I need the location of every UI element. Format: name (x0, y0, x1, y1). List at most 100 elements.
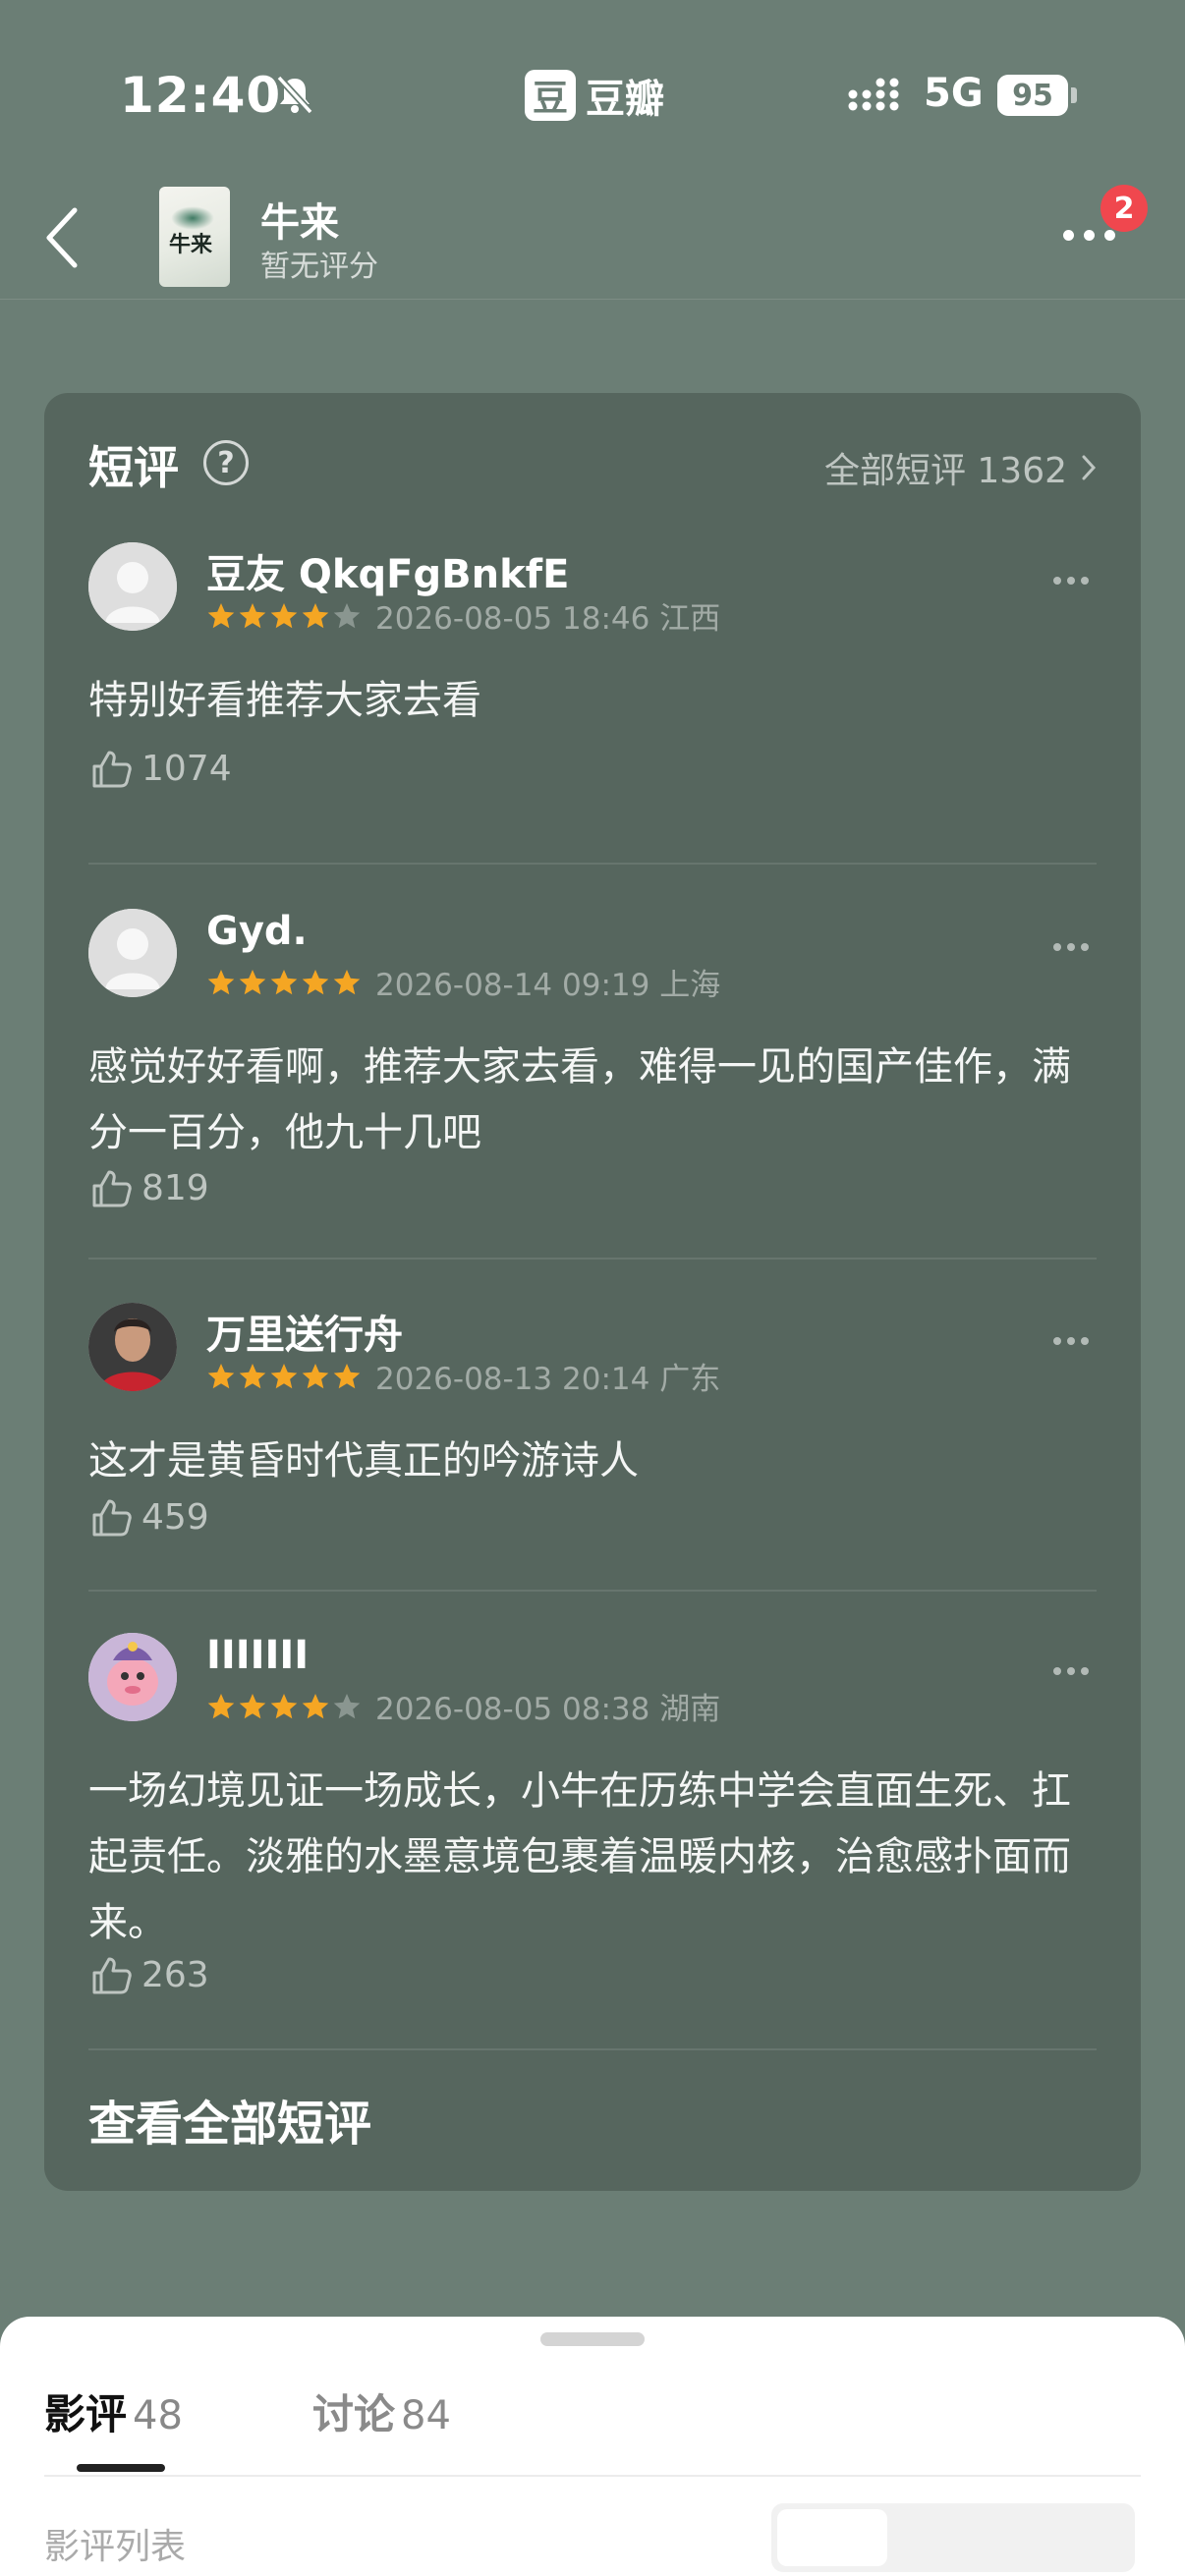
star-filled-icon (270, 969, 298, 994)
star-filled-icon (302, 602, 329, 628)
review-item[interactable]: 豆友 QkqFgBnkfE 2026-08-05 18:46 江西 特别好看推荐… (88, 542, 1097, 789)
card-title: 短评 (88, 441, 179, 494)
star-filled-icon (302, 1363, 329, 1388)
review-date: 2026-08-05 18:46 江西 (375, 601, 721, 637)
user-photo-avatar (88, 1303, 177, 1391)
review-more-icon[interactable] (1053, 1660, 1097, 1675)
star-filled-icon (333, 969, 361, 994)
star-empty-icon (333, 1693, 361, 1718)
review-more-icon[interactable] (1053, 1330, 1097, 1345)
douban-logo-icon: 豆 (525, 70, 576, 121)
review-meta: 2026-08-05 08:38 湖南 (206, 1684, 720, 1728)
list-label: 影评列表 (44, 2527, 187, 2567)
review-item[interactable]: Gyd. 2026-08-14 09:19 上海 感觉好好看啊，推荐大家去看，难… (88, 909, 1097, 1208)
sheet-divider (44, 2475, 1141, 2477)
avatar[interactable] (88, 909, 177, 997)
tab-reviews[interactable]: 影评 48 (44, 2381, 183, 2441)
tab-discussion[interactable]: 讨论 84 (312, 2381, 451, 2441)
movie-title: 牛来 (260, 200, 339, 246)
thumbs-up-icon (92, 1170, 132, 1207)
review-meta: 2026-08-13 20:14 广东 (206, 1354, 720, 1398)
review-username[interactable]: 万里送行舟 (206, 1303, 403, 1360)
like-button[interactable]: 459 (88, 1493, 209, 1540)
star-filled-icon (207, 1693, 235, 1718)
tab-count: 48 (133, 2393, 183, 2438)
star-rating (206, 601, 362, 631)
silent-bell-icon (276, 75, 313, 115)
review-content: 特别好看推荐大家去看 (88, 678, 481, 723)
star-filled-icon (333, 1363, 361, 1388)
battery-tip (1071, 87, 1077, 103)
sheet-grabber-handle[interactable] (540, 2332, 645, 2346)
help-icon[interactable]: ? (203, 440, 249, 485)
like-button[interactable]: 819 (88, 1164, 209, 1211)
back-arrow-icon[interactable] (39, 198, 88, 277)
star-filled-icon (239, 969, 266, 994)
network-type: 5G (924, 71, 984, 116)
star-filled-icon (270, 1693, 298, 1718)
bottom-sheet[interactable]: 影评 48 讨论 84 影评列表 (0, 2317, 1185, 2576)
active-tab-indicator (77, 2464, 165, 2472)
review-item[interactable]: 万里送行舟 2026-08-13 20:14 广东 这才是黄昏时代真正的吟游诗人… (88, 1303, 1097, 1538)
star-empty-icon (333, 602, 361, 628)
review-content: 这才是黄昏时代真正的吟游诗人 (88, 1438, 639, 1484)
app-indicator: 豆 豆瓣 (525, 67, 664, 124)
star-rating (206, 1692, 362, 1721)
star-filled-icon (270, 1363, 298, 1388)
like-button[interactable]: 1074 (88, 745, 232, 792)
chevron-right-icon (1082, 455, 1097, 480)
default-user-icon (88, 542, 177, 631)
review-divider (88, 863, 1097, 865)
status-time: 12:40 (120, 67, 282, 124)
review-content: 感觉好好看啊，推荐大家去看，难得一见的国产佳作，满分一百分，他九十几吧 (88, 1044, 1071, 1155)
star-filled-icon (207, 969, 235, 994)
star-filled-icon (239, 602, 266, 628)
like-count: 263 (141, 1954, 209, 1995)
battery-icon: 95 (997, 75, 1068, 116)
review-divider (88, 2048, 1097, 2050)
default-user-icon (88, 909, 177, 997)
avatar[interactable] (88, 1633, 177, 1721)
review-date: 2026-08-13 20:14 广东 (375, 1362, 721, 1397)
review-more-icon[interactable] (1053, 936, 1097, 951)
avatar[interactable] (88, 1303, 177, 1391)
nav-header: 牛来 牛来 暂无评分 2 (0, 177, 1185, 300)
review-username[interactable]: 豆友 QkqFgBnkfE (206, 542, 569, 599)
notification-badge: 2 (1100, 185, 1148, 232)
star-filled-icon (239, 1693, 266, 1718)
review-username[interactable]: IIIIIII (206, 1633, 309, 1678)
thumbs-up-icon (92, 751, 132, 788)
tab-count: 84 (401, 2393, 451, 2438)
movie-rating: 暂无评分 (260, 250, 378, 284)
tab-label: 讨论 (312, 2390, 396, 2438)
star-filled-icon (207, 1363, 235, 1388)
status-bar: 12:40 豆 豆瓣 5G 95 (0, 0, 1185, 187)
all-reviews-label: 全部短评 1362 (823, 451, 1067, 491)
thumbs-up-icon (92, 1499, 132, 1537)
star-filled-icon (270, 602, 298, 628)
app-name: 豆瓣 (586, 77, 664, 122)
avatar[interactable] (88, 542, 177, 631)
review-date: 2026-08-05 08:38 湖南 (375, 1692, 721, 1727)
view-all-reviews-button[interactable]: 查看全部短评 (88, 2085, 371, 2154)
review-content: 一场幻境见证一场成长，小牛在历练中学会直面生死、扛起责任。淡雅的水墨意境包裹着温… (88, 1768, 1071, 1945)
star-filled-icon (239, 1363, 266, 1388)
review-item[interactable]: IIIIIII 2026-08-05 08:38 湖南 一场幻境见证一场成长，小… (88, 1633, 1097, 1995)
signal-icon (848, 78, 899, 111)
like-count: 819 (141, 1167, 209, 1208)
poster-title-text: 牛来 (169, 232, 213, 257)
review-username[interactable]: Gyd. (206, 909, 308, 954)
thumbs-up-icon (92, 1957, 132, 1994)
movie-poster-thumbnail[interactable]: 牛来 (159, 187, 230, 287)
like-button[interactable]: 263 (88, 1951, 209, 1998)
review-divider (88, 1258, 1097, 1260)
review-meta: 2026-08-05 18:46 江西 (206, 593, 720, 638)
cartoon-avatar (88, 1633, 177, 1721)
star-filled-icon (302, 1693, 329, 1718)
all-reviews-link[interactable]: 全部短评 1362 (824, 442, 1097, 493)
review-divider (88, 1590, 1097, 1592)
star-filled-icon (207, 602, 235, 628)
review-meta: 2026-08-14 09:19 上海 (206, 960, 720, 1004)
review-more-icon[interactable] (1053, 570, 1097, 585)
view-mode-toggle[interactable] (771, 2503, 1135, 2572)
